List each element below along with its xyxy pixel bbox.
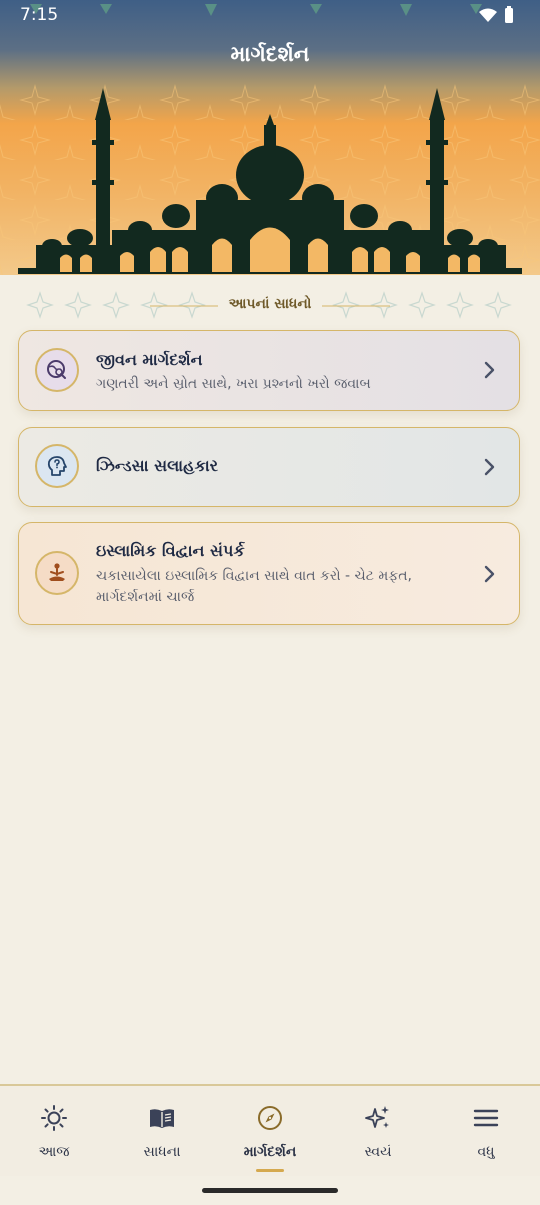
- nav-label: સાધના: [143, 1144, 181, 1160]
- compass-icon: [258, 1106, 282, 1130]
- nav-item-today[interactable]: આજ: [0, 1086, 108, 1178]
- header-banner: 7:15 માર્ગદર્શન: [0, 0, 540, 275]
- menu-icon: [473, 1109, 499, 1127]
- book-icon: [150, 1109, 174, 1128]
- section-heading: આપનાં સાધનો: [0, 285, 540, 325]
- head-question-icon: [35, 444, 79, 488]
- section-title: આપનાં સાધનો: [218, 296, 322, 312]
- wifi-icon: [479, 8, 497, 22]
- card-title: ઝિન્ડસા સલાહકાર: [96, 456, 218, 475]
- nav-label: આજ: [38, 1144, 70, 1160]
- sparkle-icon: [365, 1106, 389, 1128]
- card-subtitle: ગણતરી અને સ્રોત સાથે, ખરા પ્રશ્નનો ખરો જ…: [96, 376, 371, 392]
- battery-icon: [505, 6, 513, 23]
- card-title: જીવન માર્ગદર્શન: [96, 350, 203, 369]
- nav-label: વધુ: [477, 1144, 495, 1160]
- card-advisor[interactable]: ઝિન્ડસા સલાહકાર: [18, 427, 520, 507]
- globe-search-icon: [35, 348, 79, 392]
- meditation-icon: [35, 551, 79, 595]
- nav-label: માર્ગદર્શન: [243, 1144, 297, 1160]
- status-icons: [478, 6, 514, 24]
- status-bar: 7:15: [0, 0, 540, 32]
- status-time: 7:15: [20, 5, 59, 25]
- chevron-right-icon: [484, 458, 495, 476]
- card-subtitle: ચકાસાયેલા ઇસ્લામિક વિદ્વાન સાથે વાત કરો …: [96, 568, 412, 605]
- nav-item-self[interactable]: સ્વયં: [324, 1086, 432, 1178]
- sun-icon: [41, 1105, 67, 1131]
- card-life-guidance[interactable]: જીવન માર્ગદર્શન ગણતરી અને સ્રોત સાથે, ખર…: [18, 330, 520, 411]
- card-scholar-contact[interactable]: ઇસ્લામિક વિદ્વાન સંપર્ક ચકાસાયેલા ઇસ્લામ…: [18, 522, 520, 625]
- nav-label: સ્વયં: [364, 1144, 392, 1160]
- nav-item-more[interactable]: વધુ: [432, 1086, 540, 1178]
- chevron-right-icon: [484, 361, 495, 379]
- active-indicator: [256, 1169, 284, 1172]
- home-indicator[interactable]: [202, 1188, 338, 1193]
- nav-item-practice[interactable]: સાધના: [108, 1086, 216, 1178]
- page-title: માર્ગદર્શન: [230, 42, 310, 66]
- card-title: ઇસ્લામિક વિદ્વાન સંપર્ક: [96, 541, 245, 560]
- chevron-right-icon: [484, 565, 495, 583]
- bottom-navigation: આજ સાધના માર્ગદર્શન સ્વયં વધુ: [0, 1084, 540, 1178]
- mosque-silhouette: [18, 88, 522, 274]
- nav-item-guidance[interactable]: માર્ગદર્શન: [216, 1086, 324, 1178]
